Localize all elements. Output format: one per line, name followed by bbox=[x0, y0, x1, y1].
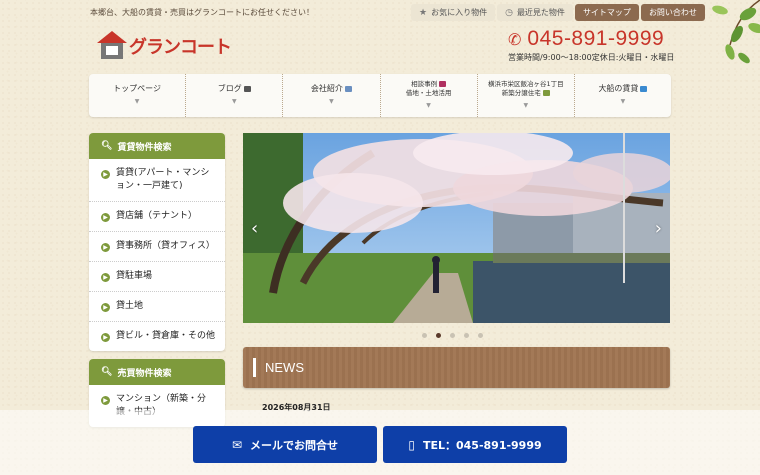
chevron-right-icon: ▶ bbox=[101, 212, 110, 222]
chevron-down-icon: ▼ bbox=[523, 102, 529, 109]
building-icon bbox=[344, 85, 352, 92]
nav-blog-label: ブログ bbox=[217, 84, 242, 93]
star-icon: ★ bbox=[419, 7, 428, 18]
logo-text: グランコート bbox=[129, 37, 232, 58]
logo-house-icon bbox=[97, 31, 127, 59]
favorites-label: お気に入り物件 bbox=[431, 8, 488, 17]
nav-company[interactable]: 会社紹介 ▼ bbox=[283, 74, 381, 117]
sidebar-item-label: 貸事務所（貸オフィス） bbox=[116, 241, 215, 251]
nav-blog[interactable]: ブログ ▼ bbox=[186, 74, 284, 117]
slider-pagination bbox=[422, 333, 483, 338]
sidebar-item-label: 賃貸(アパート・マンション・一戸建て) bbox=[116, 168, 210, 191]
sidebar-item-rent-office[interactable]: ▶ 貸事務所（貸オフィス） bbox=[89, 232, 225, 262]
chevron-down-icon: ▼ bbox=[329, 98, 334, 105]
nav-new-houses[interactable]: 横浜市栄区飯冶ヶ谷1丁目 新築分譲住宅 ▼ bbox=[478, 74, 575, 117]
sidebar-item-rent-other[interactable]: ▶ 貸ビル・貸倉庫・その他 bbox=[89, 322, 225, 351]
slider-dot[interactable] bbox=[478, 333, 483, 338]
sitemap-link[interactable]: サイトマップ bbox=[574, 4, 639, 21]
mail-contact-button[interactable]: ✉ メールでお問合せ bbox=[193, 426, 377, 463]
nav-ofuna-rental-label: 大船の賃貸 bbox=[598, 84, 639, 93]
news-title: NEWS bbox=[265, 360, 304, 375]
mail-contact-label: メールでお問合せ bbox=[250, 438, 339, 452]
nav-top-page[interactable]: トップページ ▼ bbox=[89, 74, 187, 117]
recently-viewed-label: 最近見た物件 bbox=[516, 8, 565, 17]
favorites-link[interactable]: ★ お気に入り物件 bbox=[411, 4, 496, 21]
slider-prev-icon[interactable]: ‹ bbox=[251, 218, 258, 239]
cta-overlay bbox=[0, 410, 760, 475]
rent-search-heading: 🔍︎ 賃貸物件検索 bbox=[89, 133, 225, 159]
nav-consultation[interactable]: 相談事例 借地・土地活用 ▼ bbox=[381, 74, 478, 117]
sidebar-item-label: 貸駐車場 bbox=[116, 271, 153, 281]
phone-number: 045-891-9999 bbox=[527, 27, 665, 50]
nav-top-page-label: トップページ bbox=[113, 84, 161, 93]
slider-dot[interactable] bbox=[450, 333, 455, 338]
tel-contact-button[interactable]: ▯ TEL：045-891-9999 bbox=[383, 426, 567, 463]
recently-viewed-link[interactable]: ◷ 最近見た物件 bbox=[497, 4, 573, 21]
chevron-down-icon: ▼ bbox=[231, 98, 237, 105]
chevron-right-icon: ▶ bbox=[101, 242, 110, 252]
top-links: ★ お気に入り物件 ◷ 最近見た物件 サイトマップ お問い合わせ bbox=[411, 4, 705, 21]
map-icon bbox=[640, 85, 648, 92]
sidebar-item-rent-shop[interactable]: ▶ 貸店舗（テナント） bbox=[89, 202, 225, 232]
rent-search-box: 🔍︎ 賃貸物件検索 ▶ 賃貸(アパート・マンション・一戸建て) ▶ 貸店舗（テナント… bbox=[89, 133, 225, 351]
nav-consultation-label1: 相談事例 bbox=[411, 80, 438, 88]
chevron-right-icon: ▶ bbox=[101, 396, 110, 405]
blog-icon bbox=[243, 85, 251, 92]
sidebar-item-label: 貸土地 bbox=[116, 301, 144, 311]
chevron-down-icon: ▼ bbox=[426, 102, 431, 109]
slider-dot[interactable] bbox=[422, 333, 427, 338]
slider-dot[interactable] bbox=[464, 333, 469, 338]
global-nav: トップページ ▼ ブログ ▼ 会社紹介 ▼ 相談事例 借地・土地活用 ▼ 横浜市… bbox=[89, 74, 671, 117]
nav-ofuna-rental[interactable]: 大船の賃貸 ▼ bbox=[575, 74, 671, 117]
logo[interactable]: グランコート bbox=[97, 31, 232, 59]
book-icon bbox=[439, 81, 447, 87]
slider-next-icon[interactable]: › bbox=[655, 218, 662, 239]
nav-consultation-label2: 借地・土地活用 bbox=[405, 89, 452, 97]
sale-search-title: 売買物件検索 bbox=[117, 368, 172, 379]
tagline: 本郷台、大船の賃貸・売買はグランコートにお任せください！ bbox=[90, 8, 314, 17]
tel-contact-label: TEL：045-891-9999 bbox=[422, 438, 542, 452]
leaves-decoration bbox=[712, 0, 760, 64]
sidebar-item-label: 貸ビル・貸倉庫・その他 bbox=[116, 331, 216, 341]
sitemap-label: サイトマップ bbox=[582, 8, 631, 17]
nav-new-houses-label2: 新築分譲住宅 bbox=[501, 89, 541, 97]
sale-search-heading: 🔍︎ 売買物件検索 bbox=[89, 359, 225, 385]
clock-icon: ◷ bbox=[505, 7, 513, 18]
hero-slider[interactable]: ‹ › bbox=[243, 133, 670, 323]
chevron-right-icon: ▶ bbox=[101, 170, 110, 179]
chevron-right-icon: ▶ bbox=[101, 272, 110, 282]
nav-new-houses-label1: 横浜市栄区飯冶ヶ谷1丁目 bbox=[487, 80, 564, 88]
mail-icon: ✉ bbox=[231, 437, 243, 452]
chevron-right-icon: ▶ bbox=[101, 302, 110, 312]
slider-dot-active[interactable] bbox=[436, 333, 441, 338]
phone-icon: ✆ bbox=[508, 29, 522, 49]
cherry-blossom-photo bbox=[243, 133, 670, 323]
sidebar-item-rent-parking[interactable]: ▶ 貸駐車場 bbox=[89, 262, 225, 292]
mobile-phone-icon: ▯ bbox=[408, 437, 415, 452]
house-icon bbox=[542, 90, 550, 96]
search-icon: 🔍︎ bbox=[101, 367, 113, 377]
search-icon: 🔍︎ bbox=[101, 141, 113, 151]
sidebar-item-label: 貸店舗（テナント） bbox=[116, 211, 198, 221]
chevron-right-icon: ▶ bbox=[101, 332, 110, 342]
sidebar-item-rent-residential[interactable]: ▶ 賃貸(アパート・マンション・一戸建て) bbox=[89, 159, 225, 202]
business-hours: 営業時間/9:00～18:00定休日:火曜日・水曜日 bbox=[508, 53, 675, 62]
header-phone[interactable]: ✆ 045-891-9999 bbox=[508, 27, 664, 51]
news-heading: NEWS bbox=[243, 347, 670, 388]
sidebar-item-rent-land[interactable]: ▶ 貸土地 bbox=[89, 292, 225, 322]
rent-search-title: 賃貸物件検索 bbox=[117, 142, 172, 153]
chevron-down-icon: ▼ bbox=[134, 98, 140, 105]
nav-company-label: 会社紹介 bbox=[310, 84, 343, 93]
chevron-down-icon: ▼ bbox=[620, 98, 626, 105]
